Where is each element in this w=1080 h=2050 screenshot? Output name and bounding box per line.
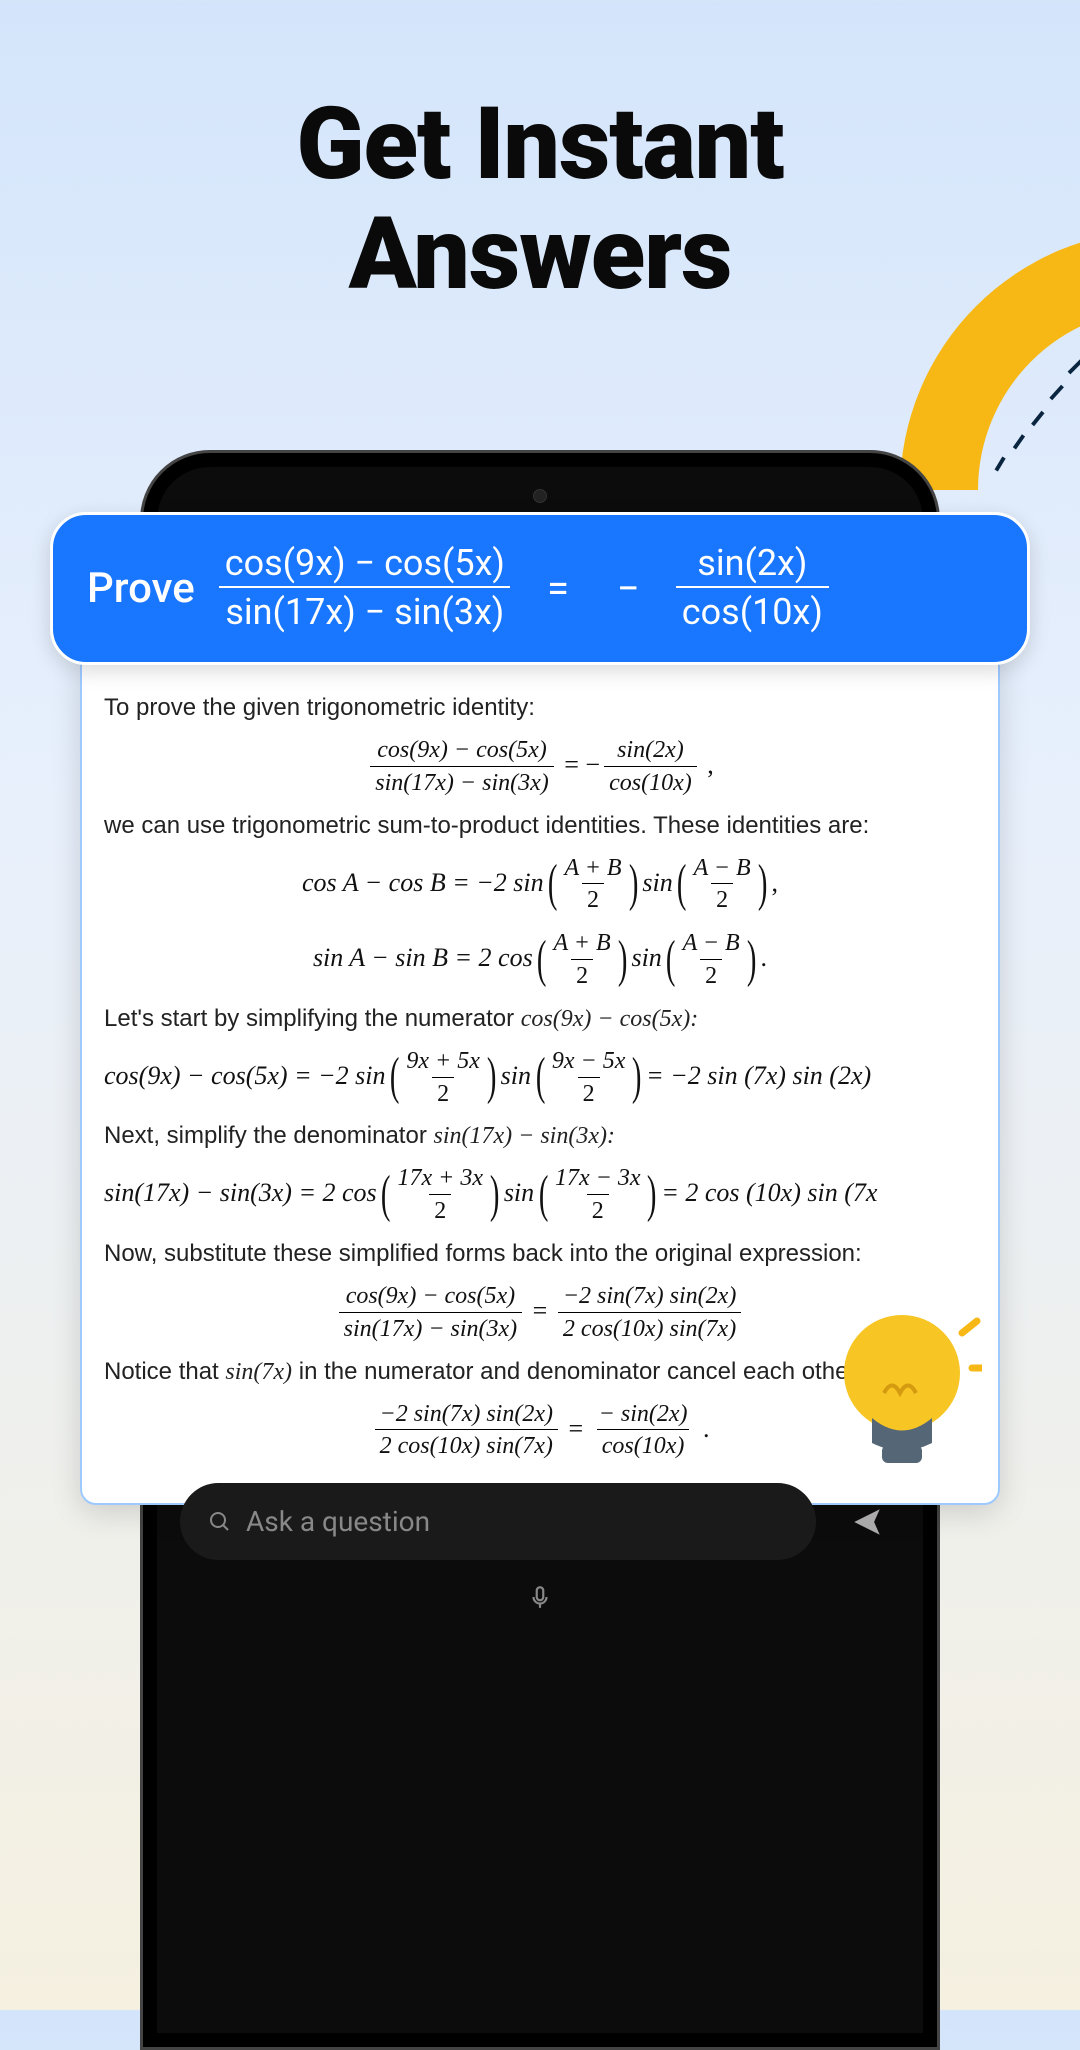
lightbulb-icon <box>832 1293 982 1473</box>
hero-line1: Get Instant <box>296 86 783 203</box>
answer-p4: Next, simplify the denominator sin(17x) … <box>104 1122 976 1150</box>
hero-line2: Answers <box>349 196 732 313</box>
question-input[interactable]: Ask a question <box>180 1483 816 1560</box>
neg-sign: − <box>617 565 640 612</box>
answer-p2: we can use trigonometric sum-to-product … <box>104 812 976 840</box>
phone-camera-icon <box>533 489 547 503</box>
step-2: sin(17x) − sin(3x) = 2 cos (17x + 3x2) s… <box>104 1164 976 1226</box>
mic-button[interactable] <box>527 1584 553 1610</box>
answer-p5: Now, substitute these simplified forms b… <box>104 1240 976 1268</box>
step-1: cos(9x) − cos(5x) = −2 sin (9x + 5x2) si… <box>104 1047 976 1109</box>
input-placeholder: Ask a question <box>246 1505 430 1538</box>
identity-2: sin A − sin B = 2 cos (A + B2) sin (A − … <box>104 929 976 991</box>
answer-p1: To prove the given trigonometric identit… <box>104 694 976 722</box>
prove-label: Prove <box>87 564 195 613</box>
identity-1: cos A − cos B = −2 sin (A + B2) sin (A −… <box>104 854 976 916</box>
equals-sign: = <box>547 565 569 612</box>
search-icon <box>208 1510 232 1534</box>
mic-icon <box>527 1584 553 1610</box>
answer-p3: Let's start by simplifying the numerator… <box>104 1005 976 1033</box>
protractor-icon <box>900 230 1080 490</box>
answer-card: To prove the given trigonometric identit… <box>80 650 1000 1505</box>
question-bubble: Prove cos(9x) − cos(5x) sin(17x) − sin(3… <box>50 512 1030 665</box>
input-bar: Ask a question <box>180 1483 900 1560</box>
send-icon <box>850 1505 884 1539</box>
send-button[interactable] <box>834 1489 900 1555</box>
question-lhs-fraction: cos(9x) − cos(5x) sin(17x) − sin(3x) <box>219 543 511 634</box>
question-rhs-fraction: sin(2x) cos(10x) <box>676 543 829 634</box>
answer-eq1: cos(9x) − cos(5x)sin(17x) − sin(3x) = −s… <box>104 736 976 798</box>
